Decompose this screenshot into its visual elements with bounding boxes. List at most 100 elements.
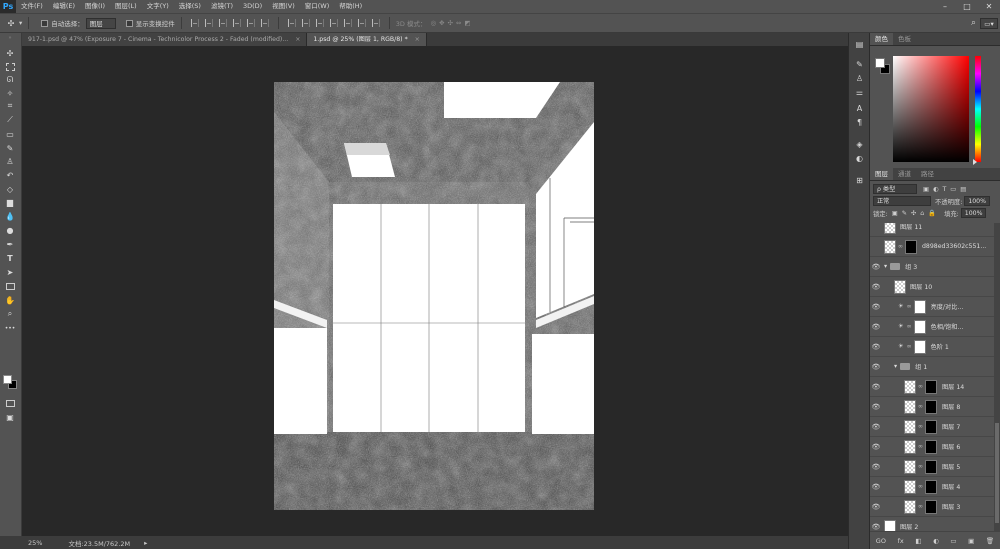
mask-link-icon[interactable]: ∞ [918,443,923,450]
auto-select-dropdown[interactable]: 图层 [85,17,116,29]
lasso-tool-icon[interactable]: ᘏ [3,74,17,86]
align-top-icon[interactable] [190,19,199,27]
layer-row[interactable]: 👁 ▾ 组 1 [870,357,994,377]
layer-thumbnail[interactable] [904,459,916,474]
hue-slider[interactable] [975,56,981,162]
layer-row[interactable]: 👁 图层 2 [870,517,994,531]
marquee-tool-icon[interactable] [3,61,17,73]
layer-filter-dropdown[interactable]: ρ 类型 [873,184,917,194]
toolbar-collapse-icon[interactable]: » [3,35,17,41]
delete-layer-icon[interactable]: 🗑 [986,537,994,545]
tab-swatches[interactable]: 色板 [893,33,916,45]
minimize-button[interactable]: – [934,0,956,13]
workspace-switcher[interactable]: ▭▾ [980,17,998,29]
align-hcenter-icon[interactable] [246,19,255,27]
status-menu-arrow-icon[interactable]: ▸ [144,539,147,547]
history-brush-tool-icon[interactable]: ↶ [3,169,17,181]
mask-link-icon[interactable]: ∞ [918,503,923,510]
document-canvas[interactable] [274,82,594,510]
tool-preset-chevron-icon[interactable]: ▾ [19,19,22,27]
properties-panel-icon[interactable]: ⊞ [854,175,865,186]
layer-thumbnail[interactable] [904,419,916,434]
layer-row[interactable]: 👁 ∞ 图层 6 [870,437,994,457]
clone-source-icon[interactable]: ♙ [854,73,865,84]
layer-list-scrollbar[interactable] [994,223,1000,531]
visibility-eye-icon[interactable]: 👁 [870,423,882,431]
picker-foreground-swatch[interactable] [875,58,885,68]
auto-align-icon[interactable] [371,19,380,27]
show-transform-checkbox[interactable] [125,19,133,27]
layer-row[interactable]: 👁 ∞ 图层 3 [870,497,994,517]
layer-mask-thumbnail[interactable] [925,499,937,514]
layer-thumbnail[interactable] [904,379,916,394]
opacity-field[interactable]: 100% [964,196,991,206]
group-expand-chevron-icon[interactable]: ▾ [884,263,887,270]
adjustments-panel-icon[interactable]: ⚌ [854,87,865,98]
visibility-eye-icon[interactable]: 👁 [870,383,882,391]
quick-mask-icon[interactable] [3,397,17,409]
layer-mask-thumbnail[interactable] [925,459,937,474]
filter-type-icons[interactable]: ▣◐T▭▤ [923,186,970,193]
layer-row[interactable]: 👁 ∞ 图层 14 [870,377,994,397]
layer-thumbnail[interactable] [884,239,896,254]
group-expand-chevron-icon[interactable]: ▾ [894,363,897,370]
search-icon[interactable]: ⌕ [971,18,976,28]
eyedropper-tool-icon[interactable]: ⟋ [3,114,17,126]
eraser-tool-icon[interactable]: ◇ [3,183,17,195]
distribute-top-icon[interactable] [287,19,296,27]
visibility-eye-icon[interactable]: 👁 [870,503,882,511]
menu-item[interactable]: 窗口(W) [300,0,335,13]
menu-item[interactable]: 文字(Y) [142,0,174,13]
layer-row[interactable]: 👁 ∞ 图层 8 [870,397,994,417]
layer-mask-thumbnail[interactable] [913,339,926,354]
blur-tool-icon[interactable]: 💧 [3,210,17,222]
layer-mask-thumbnail[interactable] [905,239,917,254]
layer-row[interactable]: 👁 ▾ 组 3 [870,257,994,277]
layer-row[interactable]: 👁 ∞ 图层 5 [870,457,994,477]
brush-tool-icon[interactable]: ✎ [3,142,17,154]
magic-wand-tool-icon[interactable]: ✧ [3,87,17,99]
align-bottom-icon[interactable] [218,19,227,27]
tab-paths[interactable]: 路径 [916,168,939,180]
screen-mode-icon[interactable]: ▣ [3,411,17,423]
menu-item[interactable]: 3D(D) [238,0,267,13]
link-layers-icon[interactable]: GO [876,537,886,545]
zoom-level[interactable]: 25% [28,539,42,547]
healing-brush-tool-icon[interactable]: ▭ [3,128,17,140]
layer-mask-thumbnail[interactable] [925,419,937,434]
canvas-workspace[interactable] [22,46,848,536]
menu-item[interactable]: 滤镜(T) [206,0,238,13]
hue-slider-handle[interactable] [973,159,977,165]
distribute-bottom-icon[interactable] [315,19,324,27]
align-right-icon[interactable] [260,19,269,27]
menu-item[interactable]: 图像(I) [80,0,110,13]
pen-tool-icon[interactable]: ✒ [3,238,17,250]
layer-mask-thumbnail[interactable] [925,479,937,494]
clone-stamp-tool-icon[interactable]: ♙ [3,155,17,167]
layer-mask-thumbnail[interactable] [925,399,937,414]
dodge-tool-icon[interactable]: ● [3,224,17,236]
new-group-icon[interactable]: ▭ [950,537,956,545]
close-tab-icon[interactable]: × [295,36,300,43]
menu-item[interactable]: 编辑(E) [48,0,80,13]
align-left-icon[interactable] [232,19,241,27]
tab-channels[interactable]: 通道 [893,168,916,180]
color-field[interactable] [893,56,969,162]
layer-mask-thumbnail[interactable] [925,379,937,394]
tab-917-1[interactable]: 917-1.psd @ 47% (Exposure 7 - Cinema - T… [22,33,308,46]
brush-panel-icon[interactable]: ✎ [854,59,865,70]
mask-link-icon[interactable]: ∞ [918,483,923,490]
foreground-color-swatch[interactable] [3,375,12,384]
visibility-eye-icon[interactable]: 👁 [870,483,882,491]
visibility-eye-icon[interactable]: 👁 [870,363,882,371]
layer-row[interactable]: 👁 ∞ 图层 7 [870,417,994,437]
close-tab-icon[interactable]: × [415,36,420,43]
layer-mask-thumbnail[interactable] [913,319,926,334]
layer-row[interactable]: 图层 11 [870,223,994,237]
scrollbar-thumb[interactable] [995,423,999,523]
layer-thumbnail[interactable] [884,519,896,531]
menu-item[interactable]: 视图(V) [267,0,300,13]
layer-row[interactable]: 👁 ☀ ∞ 色阶 1 [870,337,994,357]
mask-link-icon[interactable]: ∞ [907,303,912,310]
gradient-tool-icon[interactable]: ▆ [3,196,17,208]
